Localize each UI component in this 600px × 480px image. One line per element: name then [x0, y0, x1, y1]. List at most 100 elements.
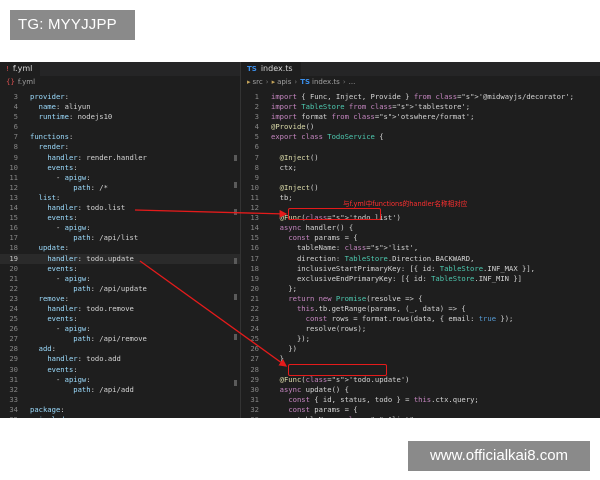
code-line[interactable]: 14 handler: todo.list — [0, 203, 240, 213]
code-line[interactable]: 18 update: — [0, 243, 240, 253]
code-line[interactable]: 26 }) — [241, 344, 600, 354]
code-line[interactable]: 20 }; — [241, 284, 600, 294]
code-line[interactable]: 16 tableName: class="s">'list', — [241, 243, 600, 253]
line-number: 12 — [250, 203, 259, 213]
line-number: 6 — [254, 142, 259, 152]
breadcrumb-more[interactable]: ... — [349, 78, 356, 86]
code-line[interactable]: 31 - apigw: — [0, 375, 240, 385]
line-number: 7 — [13, 132, 18, 142]
code-line[interactable]: 6 — [0, 122, 240, 132]
code-text: }; — [271, 283, 297, 293]
code-line[interactable]: 24 resolve(rows); — [241, 324, 600, 334]
line-number: 27 — [250, 354, 259, 364]
code-line[interactable]: 35 include: — [0, 415, 240, 418]
code-line[interactable]: 7 functions: — [0, 132, 240, 142]
code-line[interactable]: 9 — [241, 173, 600, 183]
code-line[interactable]: 9 handler: render.handler — [0, 153, 240, 163]
code-line[interactable]: 25 }); — [241, 334, 600, 344]
highlight-box-todo-list — [288, 208, 381, 220]
breadcrumb-apis[interactable]: apis — [277, 78, 291, 86]
scroll-marker — [234, 380, 237, 386]
code-line[interactable]: 23 remove: — [0, 294, 240, 304]
line-number: 5 — [254, 132, 259, 142]
code-line[interactable]: 21 - apigw: — [0, 274, 240, 284]
code-line[interactable]: 2 import TableStore from class="s">'table… — [241, 102, 600, 112]
yaml-file-icon: ! — [6, 65, 9, 73]
code-line[interactable]: 6 — [241, 142, 600, 152]
code-line[interactable]: 33 — [0, 395, 240, 405]
code-line[interactable]: 19 handler: todo.update — [0, 253, 240, 264]
code-line[interactable]: 19 exclusiveEndPrimaryKey: [{ id: TableS… — [241, 274, 600, 284]
code-line[interactable]: 20 events: — [0, 264, 240, 274]
code-text: handler: todo.list — [47, 203, 126, 213]
code-line[interactable]: 18 inclusiveStartPrimaryKey: [{ id: Tabl… — [241, 264, 600, 274]
code-line[interactable]: 8 ctx; — [241, 163, 600, 173]
breadcrumb-file[interactable]: f.yml — [18, 78, 35, 86]
breadcrumb-src[interactable]: src — [253, 78, 263, 86]
line-number: 7 — [254, 152, 259, 162]
code-line[interactable]: 31 const { id, status, todo } = this.ctx… — [241, 395, 600, 405]
code-text: import { Func, Inject, Provide } from cl… — [271, 92, 574, 101]
code-line[interactable]: 28 add: — [0, 344, 240, 354]
line-number: 3 — [13, 92, 18, 101]
code-line[interactable]: 10 @Inject() — [241, 183, 600, 193]
code-text: tableName: class="s">"list", — [271, 415, 418, 418]
code-line[interactable]: 4 name: aliyun — [0, 102, 240, 112]
line-number: 32 — [9, 384, 18, 394]
code-line[interactable]: 8 render: — [0, 142, 240, 152]
code-line[interactable]: 10 events: — [0, 163, 240, 173]
code-line[interactable]: 27 path: /api/remove — [0, 334, 240, 344]
code-line[interactable]: 29 @Func(class="s">'todo.update') — [241, 375, 600, 385]
highlight-box-todo-update — [288, 364, 387, 376]
code-line[interactable]: 33 tableName: class="s">"list", — [241, 415, 600, 418]
scroll-marker — [234, 258, 237, 264]
code-text: render: — [38, 142, 69, 152]
line-number: 16 — [9, 223, 18, 233]
code-line[interactable]: 4 @Provide() — [241, 122, 600, 132]
code-line[interactable]: 17 path: /api/list — [0, 233, 240, 243]
line-number: 26 — [250, 344, 259, 354]
code-line[interactable]: 12 path: /* — [0, 183, 240, 193]
chevron-right-icon: › — [265, 78, 269, 86]
code-line[interactable]: 13 list: — [0, 193, 240, 203]
tab-f-yml[interactable]: ! f.yml — [0, 62, 41, 76]
code-text: return new Promise(resolve => { — [288, 293, 423, 303]
code-line[interactable]: 24 handler: todo.remove — [0, 304, 240, 314]
code-line[interactable]: 17 direction: TableStore.Direction.BACKW… — [241, 254, 600, 264]
code-line[interactable]: 14 async handler() { — [241, 223, 600, 233]
code-line[interactable]: 3 import format from class="s">'otswhere/… — [241, 112, 600, 122]
code-line[interactable]: 16 - apigw: — [0, 223, 240, 233]
code-line[interactable]: 32 const params = { — [241, 405, 600, 415]
folder-icon: ▸ — [271, 78, 276, 86]
code-line[interactable]: 7 @Inject() — [241, 153, 600, 163]
annotation-note: 与f.yml中functions的handler名称相对应 — [343, 200, 468, 208]
code-line[interactable]: 23 const rows = format.rows(data, { emai… — [241, 314, 600, 324]
code-line[interactable]: 30 events: — [0, 365, 240, 375]
code-line[interactable]: 21 return new Promise(resolve => { — [241, 294, 600, 304]
line-number: 1 — [254, 92, 259, 101]
code-line[interactable]: 5 runtime: nodejs10 — [0, 112, 240, 122]
code-line[interactable]: 22 this.tb.getRange(params, (_, data) =>… — [241, 304, 600, 314]
code-text: async update() { — [279, 384, 349, 394]
code-line[interactable]: 30 async update() { — [241, 385, 600, 395]
code-line[interactable]: 29 handler: todo.add — [0, 354, 240, 364]
line-number: 12 — [9, 182, 18, 192]
code-line[interactable]: 22 path: /api/update — [0, 284, 240, 294]
code-line[interactable]: 1 import { Func, Inject, Provide } from c… — [241, 92, 600, 102]
code-line[interactable]: 25 events: — [0, 314, 240, 324]
code-line[interactable]: 11 - apigw: — [0, 173, 240, 183]
code-text: events: — [47, 162, 78, 172]
left-code-area[interactable]: 3 provider: 4 name: aliyun 5 runtime: nodej… — [0, 92, 240, 418]
code-line[interactable]: 15 events: — [0, 213, 240, 223]
line-number: 25 — [9, 314, 18, 324]
code-line[interactable]: 5 export class TodoService { — [241, 132, 600, 142]
breadcrumb-file[interactable]: index.ts — [312, 78, 340, 86]
code-line[interactable]: 15 const params = { — [241, 233, 600, 243]
code-line[interactable]: 34 package: — [0, 405, 240, 415]
code-line[interactable]: 32 path: /api/add — [0, 385, 240, 395]
tab-index-ts[interactable]: TS index.ts — [241, 62, 301, 76]
code-text: events: — [47, 314, 78, 324]
line-number: 10 — [250, 182, 259, 192]
code-line[interactable]: 3 provider: — [0, 92, 240, 102]
code-line[interactable]: 26 - apigw: — [0, 324, 240, 334]
